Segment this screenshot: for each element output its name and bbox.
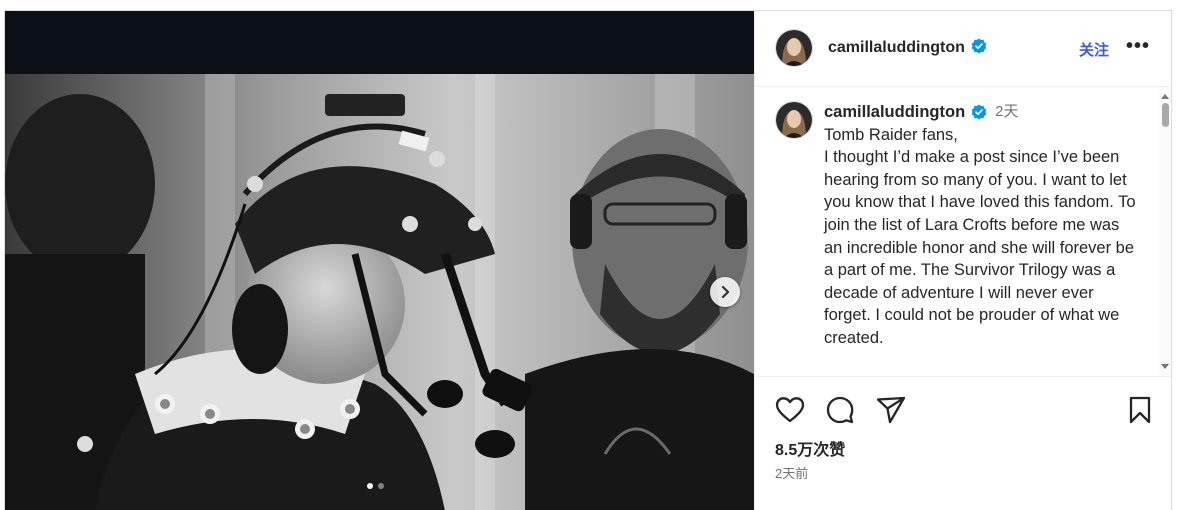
verified-badge-icon: [971, 104, 987, 120]
post-header: camillaluddington 关注 •••: [755, 11, 1171, 87]
action-bar: [775, 396, 1165, 426]
carousel-dot: [378, 483, 384, 489]
caption-username[interactable]: camillaluddington: [824, 101, 965, 124]
bookmark-icon: [1129, 396, 1151, 424]
scroll-up-arrow-icon[interactable]: [1161, 94, 1169, 99]
avatar[interactable]: [775, 101, 813, 139]
follow-button[interactable]: 关注: [1079, 39, 1109, 60]
like-button[interactable]: [775, 396, 805, 429]
caption-header: camillaluddington 2天: [824, 101, 1139, 124]
avatar-image: [776, 30, 812, 66]
comment-button[interactable]: [826, 396, 854, 429]
caption-text: Tomb Raider fans, I thought I’d make a p…: [824, 125, 1136, 347]
post-side-panel: camillaluddington 关注 ••• camillaluddingt…: [754, 11, 1171, 510]
scrollbar-thumb[interactable]: [1162, 103, 1169, 127]
carousel-dot-active: [367, 483, 373, 489]
caption-scrollbar[interactable]: [1159, 87, 1171, 376]
more-options-button[interactable]: •••: [1126, 36, 1150, 56]
avatar[interactable]: [775, 29, 813, 67]
post-photo: [5, 74, 754, 510]
caption-body: camillaluddington 2天 Tomb Raider fans, I…: [824, 101, 1139, 350]
post-dialog: camillaluddington 关注 ••• camillaluddingt…: [4, 10, 1172, 510]
share-button[interactable]: [876, 396, 906, 429]
username[interactable]: camillaluddington: [828, 38, 987, 57]
heart-icon: [775, 397, 805, 423]
avatar-image: [776, 102, 812, 138]
paper-plane-icon: [876, 396, 906, 424]
next-slide-button[interactable]: [710, 277, 740, 307]
scroll-down-arrow-icon[interactable]: [1161, 364, 1169, 369]
username-text[interactable]: camillaluddington: [828, 39, 965, 56]
post-media: [5, 11, 754, 510]
post-date[interactable]: 2天前: [775, 463, 808, 482]
caption-area: camillaluddington 2天 Tomb Raider fans, I…: [755, 87, 1171, 377]
comment-icon: [826, 396, 854, 424]
chevron-right-icon: [721, 285, 730, 299]
likes-count[interactable]: 8.5万次赞: [775, 436, 845, 460]
verified-badge-icon: [971, 38, 987, 54]
carousel-indicator: [367, 483, 384, 489]
save-button[interactable]: [1127, 396, 1153, 429]
caption-timestamp[interactable]: 2天: [995, 101, 1018, 124]
